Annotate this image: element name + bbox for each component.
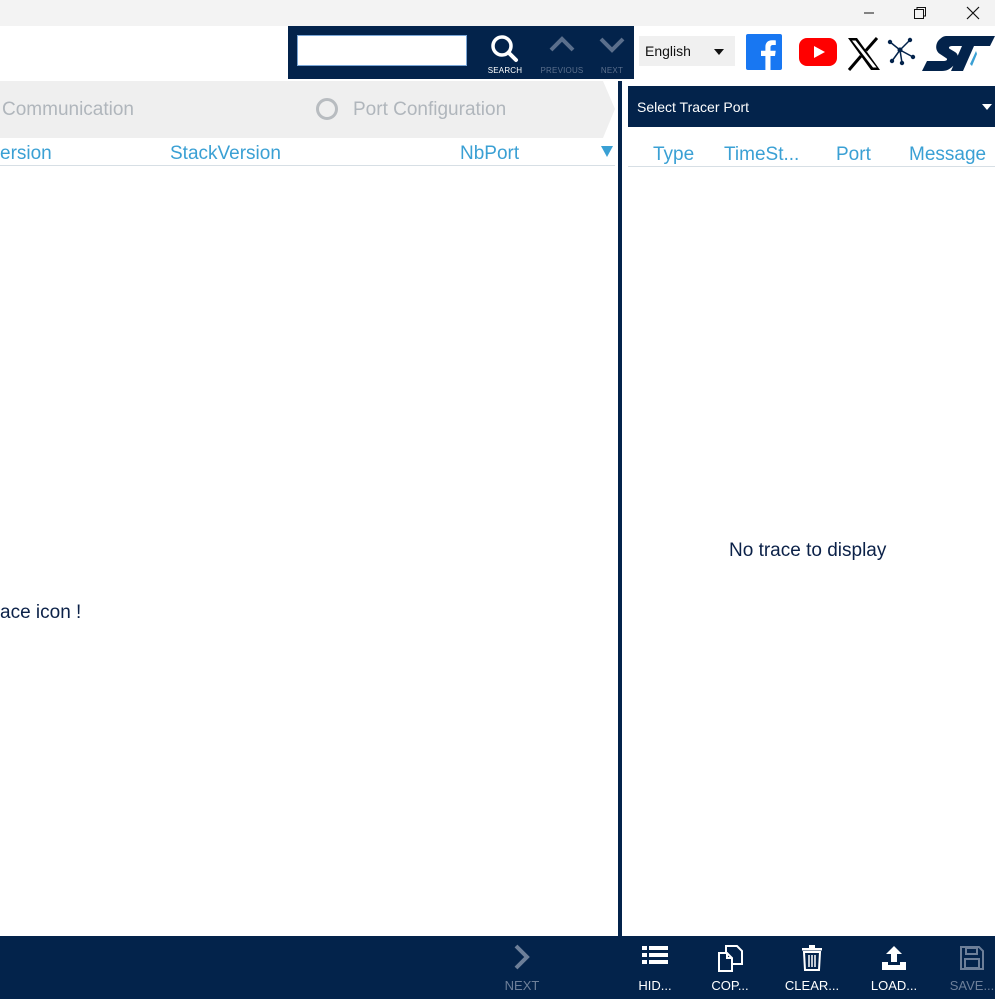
hide-label: HID... — [638, 978, 672, 993]
trace-column-timestamp[interactable]: TimeSt... — [724, 144, 799, 166]
caret-down-icon — [982, 104, 992, 110]
sort-arrow-icon[interactable] — [601, 146, 613, 157]
close-icon — [966, 6, 980, 20]
empty-hint-text: ace icon ! — [0, 602, 82, 623]
step-radio-icon — [316, 98, 338, 120]
st-logo[interactable] — [922, 34, 995, 72]
trace-column-type[interactable]: Type — [653, 144, 694, 166]
save-label: SAVE... — [949, 978, 995, 993]
chevron-down-icon — [599, 37, 625, 53]
trace-column-port[interactable]: Port — [836, 144, 871, 166]
previous-label: PREVIOUS — [540, 66, 584, 75]
step-communication[interactable]: Communication — [2, 99, 134, 121]
search-input[interactable] — [297, 35, 467, 66]
save-icon — [960, 946, 984, 970]
no-trace-message: No trace to display — [729, 540, 887, 561]
header-divider — [0, 165, 615, 166]
next-search-label: NEXT — [600, 66, 624, 75]
upload-icon — [882, 946, 906, 970]
restore-button[interactable] — [897, 0, 943, 26]
copy-icon — [718, 945, 743, 972]
st-community-icon[interactable] — [886, 36, 916, 66]
tracer-port-select[interactable]: Select Tracer Port — [628, 86, 995, 127]
minimize-icon — [864, 12, 874, 14]
chevron-up-icon — [549, 36, 575, 52]
tracer-port-label: Select Tracer Port — [637, 99, 750, 115]
caret-down-icon — [714, 49, 724, 55]
save-button[interactable]: SAVE... — [940, 936, 995, 999]
load-button[interactable]: LOAD... — [862, 936, 926, 999]
clear-label: CLEAR... — [784, 978, 840, 993]
language-select[interactable]: English — [639, 36, 735, 66]
left-footer: NEXT — [0, 936, 618, 999]
window-titlebar — [0, 0, 995, 26]
trace-header-divider — [628, 166, 995, 167]
close-button[interactable] — [950, 0, 995, 26]
trash-icon — [802, 945, 822, 971]
next-search-button[interactable]: NEXT — [588, 30, 636, 76]
column-header-stackversion[interactable]: StackVersion — [170, 143, 281, 165]
language-value: English — [645, 43, 691, 59]
trace-column-message[interactable]: Message — [909, 144, 986, 166]
facebook-icon[interactable] — [746, 34, 782, 70]
trace-footer: HID... COP... CLEAR... LOAD... SAVE... — [622, 936, 995, 999]
search-button[interactable]: SEARCH — [481, 30, 529, 76]
restore-icon — [914, 7, 926, 19]
top-toolbar: SEARCH PREVIOUS NEXT English — [0, 26, 995, 81]
load-label: LOAD... — [870, 978, 918, 993]
x-icon[interactable] — [846, 36, 882, 72]
hide-button[interactable]: HID... — [623, 936, 687, 999]
previous-button[interactable]: PREVIOUS — [538, 30, 586, 76]
search-icon — [491, 35, 518, 62]
panel-splitter[interactable] — [618, 81, 622, 999]
column-header-nbport[interactable]: NbPort — [460, 143, 519, 165]
copy-button[interactable]: COP... — [698, 936, 762, 999]
next-label: NEXT — [504, 978, 540, 993]
search-panel: SEARCH PREVIOUS NEXT — [288, 26, 634, 79]
step-port-configuration[interactable]: Port Configuration — [353, 99, 506, 121]
next-button[interactable]: NEXT — [497, 936, 547, 999]
minimize-button[interactable] — [846, 0, 892, 26]
list-icon — [642, 946, 668, 964]
clear-button[interactable]: CLEAR... — [780, 936, 844, 999]
chevron-right-icon — [514, 944, 530, 970]
copy-label: COP... — [711, 978, 749, 993]
search-label: SEARCH — [487, 66, 523, 75]
youtube-icon[interactable] — [799, 38, 837, 66]
column-header-version[interactable]: ersion — [0, 143, 52, 165]
